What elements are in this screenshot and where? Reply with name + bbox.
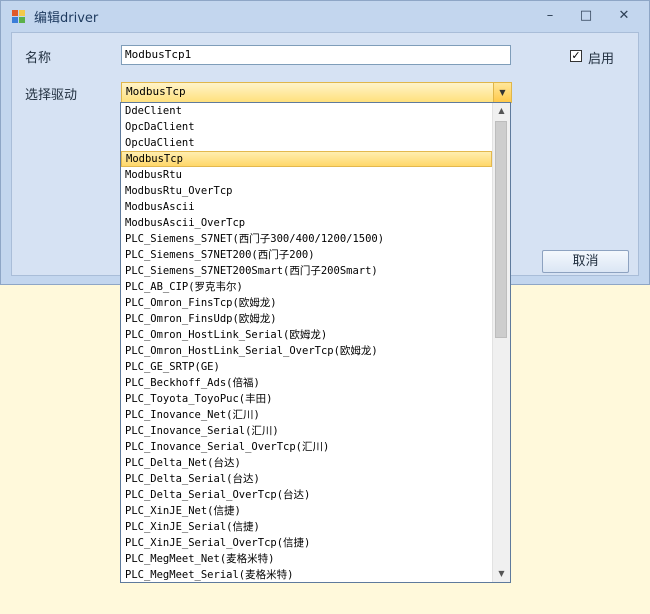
dropdown-option[interactable]: PLC_MegMeet_Serial(麦格米特) — [121, 567, 494, 582]
dropdown-option[interactable]: PLC_Omron_FinsUdp(欧姆龙) — [121, 311, 494, 327]
dropdown-option[interactable]: PLC_MegMeet_Net(麦格米特) — [121, 551, 494, 567]
dropdown-option[interactable]: PLC_Inovance_Net(汇川) — [121, 407, 494, 423]
dropdown-option[interactable]: PLC_GE_SRTP(GE) — [121, 359, 494, 375]
dropdown-option[interactable]: PLC_Siemens_S7NET200(西门子200) — [121, 247, 494, 263]
scroll-down-icon[interactable]: ▼ — [493, 566, 510, 582]
enabled-label: 启用 — [588, 52, 615, 67]
dropdown-option[interactable]: PLC_Inovance_Serial_OverTcp(汇川) — [121, 439, 494, 455]
name-input[interactable]: ModbusTcp1 — [121, 45, 511, 65]
dropdown-option[interactable]: PLC_Siemens_S7NET200Smart(西门子200Smart) — [121, 263, 494, 279]
dropdown-option[interactable]: PLC_Omron_FinsTcp(欧姆龙) — [121, 295, 494, 311]
dropdown-option[interactable]: PLC_Inovance_Serial(汇川) — [121, 423, 494, 439]
driver-dropdown-list[interactable]: DdeClient OpcDaClient OpcUaClient ModbusTcp… — [120, 102, 511, 583]
driver-select-value: ModbusTcp — [126, 85, 186, 98]
dropdown-option[interactable]: ModbusAscii — [121, 199, 494, 215]
dropdown-option[interactable]: PLC_Delta_Net(台达) — [121, 455, 494, 471]
scroll-thumb[interactable] — [495, 121, 507, 338]
dropdown-option[interactable]: ModbusRtu_OverTcp — [121, 183, 494, 199]
dropdown-option[interactable]: ModbusAscii_OverTcp — [121, 215, 494, 231]
dropdown-option[interactable]: PLC_XinJE_Serial(信捷) — [121, 519, 494, 535]
checkmark-icon[interactable]: ✓ — [570, 50, 582, 62]
dropdown-option[interactable]: PLC_AB_CIP(罗克韦尔) — [121, 279, 494, 295]
dropdown-option[interactable]: PLC_Beckhoff_Ads(倍福) — [121, 375, 494, 391]
dropdown-option[interactable]: PLC_Delta_Serial_OverTcp(台达) — [121, 487, 494, 503]
dropdown-option[interactable]: PLC_Delta_Serial(台达) — [121, 471, 494, 487]
vertical-scrollbar[interactable]: ▲ ▼ — [492, 103, 510, 582]
dropdown-option[interactable]: DdeClient — [121, 103, 494, 119]
maximize-button[interactable]: □ — [572, 6, 600, 26]
chevron-down-icon[interactable]: ▼ — [493, 83, 511, 102]
name-label: 名称 — [25, 51, 52, 66]
minimize-button[interactable]: – — [536, 6, 564, 26]
cancel-button[interactable]: 取消 — [542, 250, 629, 273]
app-icon — [12, 10, 25, 23]
dropdown-option[interactable]: PLC_Omron_HostLink_Serial(欧姆龙) — [121, 327, 494, 343]
dropdown-option[interactable]: PLC_Siemens_S7NET(西门子300/400/1200/1500) — [121, 231, 494, 247]
driver-options: DdeClient OpcDaClient OpcUaClient ModbusTcp… — [121, 103, 494, 582]
scroll-up-icon[interactable]: ▲ — [493, 103, 510, 119]
dropdown-option[interactable]: PLC_XinJE_Net(信捷) — [121, 503, 494, 519]
close-button[interactable]: ✕ — [610, 6, 638, 26]
window-title: 编辑driver — [34, 11, 99, 26]
dropdown-option[interactable]: PLC_XinJE_Serial_OverTcp(信捷) — [121, 535, 494, 551]
dropdown-option[interactable]: ModbusRtu — [121, 167, 494, 183]
title-bar[interactable]: 编辑driver – □ ✕ — [1, 1, 649, 31]
dropdown-option[interactable]: PLC_Omron_HostLink_Serial_OverTcp(欧姆龙) — [121, 343, 494, 359]
dropdown-option[interactable]: ModbusTcp — [121, 151, 492, 167]
driver-select[interactable]: ModbusTcp ▼ — [121, 82, 512, 103]
dropdown-option[interactable]: PLC_Toyota_ToyoPuc(丰田) — [121, 391, 494, 407]
driver-label: 选择驱动 — [25, 88, 78, 103]
dropdown-option[interactable]: OpcUaClient — [121, 135, 494, 151]
dropdown-option[interactable]: OpcDaClient — [121, 119, 494, 135]
